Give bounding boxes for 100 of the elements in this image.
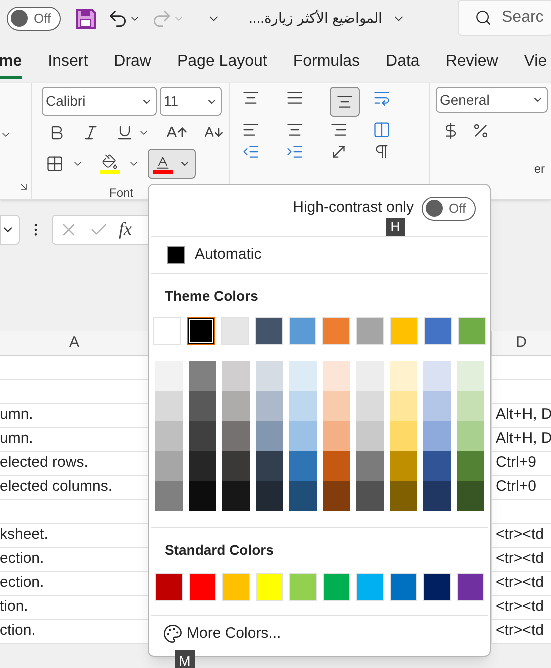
- color-swatch[interactable]: [155, 391, 182, 421]
- high-contrast-label: High-contrast only: [293, 198, 414, 218]
- keytip-badge: H: [386, 218, 405, 236]
- table-cell-text: ksheet.: [0, 525, 48, 546]
- color-swatch[interactable]: [356, 391, 384, 421]
- search-icon: [475, 8, 492, 28]
- search-input[interactable]: Searc: [502, 6, 551, 30]
- align-left-icon[interactable]: [242, 121, 260, 139]
- color-swatch[interactable]: [423, 361, 450, 391]
- table-cell-text: Ctrl+9: [496, 453, 536, 474]
- color-swatch[interactable]: [356, 361, 384, 391]
- number-format-dropdown[interactable]: General: [436, 87, 548, 114]
- align-right-icon[interactable]: [330, 121, 348, 139]
- color-swatch[interactable]: [456, 361, 484, 391]
- dialog-launcher-icon[interactable]: [18, 181, 30, 193]
- color-swatch[interactable]: [289, 451, 316, 481]
- color-swatch[interactable]: [390, 421, 417, 451]
- merge-center-icon[interactable]: [373, 121, 392, 139]
- autosave-toggle[interactable]: Off: [7, 6, 61, 30]
- color-swatch[interactable]: [222, 421, 250, 451]
- color-swatch[interactable]: [423, 421, 450, 451]
- indent-decrease-icon[interactable]: [242, 143, 260, 161]
- align-bottom-button[interactable]: [330, 87, 360, 117]
- color-swatch[interactable]: [186, 317, 215, 345]
- wrap-text-icon[interactable]: [373, 89, 392, 107]
- color-swatch[interactable]: [256, 391, 283, 421]
- color-swatch[interactable]: [390, 451, 417, 481]
- color-swatch[interactable]: [289, 391, 316, 421]
- align-center-icon[interactable]: [286, 121, 304, 139]
- font-size-dropdown[interactable]: 11: [160, 87, 222, 116]
- align-middle-icon[interactable]: [286, 89, 304, 107]
- color-swatch[interactable]: [222, 361, 250, 391]
- underline-icon[interactable]: [116, 124, 134, 142]
- percent-icon[interactable]: [472, 122, 490, 140]
- color-swatch[interactable]: [155, 451, 182, 481]
- insert-function-button[interactable]: fx: [119, 216, 132, 243]
- ribbon-tab[interactable]: Insert: [48, 50, 88, 79]
- color-swatch[interactable]: [456, 391, 484, 421]
- color-swatch[interactable]: [188, 481, 216, 511]
- color-swatch[interactable]: [289, 421, 316, 451]
- color-swatch[interactable]: [322, 391, 350, 421]
- color-swatch[interactable]: [256, 421, 283, 451]
- more-colors-option[interactable]: More Colors...: [149, 616, 490, 652]
- color-swatch[interactable]: [155, 421, 182, 451]
- borders-icon[interactable]: [46, 155, 64, 173]
- color-swatch[interactable]: [423, 391, 450, 421]
- color-swatch[interactable]: [155, 481, 182, 511]
- align-top-icon[interactable]: [242, 89, 260, 107]
- color-swatch[interactable]: [390, 481, 417, 511]
- color-swatch[interactable]: [390, 361, 417, 391]
- ribbon-tab[interactable]: Page Layout: [177, 50, 268, 79]
- automatic-color-option[interactable]: Automatic: [151, 237, 488, 274]
- table-cell-text: <tr><td: [496, 597, 544, 618]
- color-swatch[interactable]: [222, 481, 250, 511]
- color-swatch[interactable]: [356, 451, 384, 481]
- color-swatch[interactable]: [256, 451, 283, 481]
- color-swatch[interactable]: [322, 421, 350, 451]
- ribbon-tab[interactable]: Review: [446, 50, 498, 79]
- color-swatch[interactable]: [188, 421, 216, 451]
- color-swatch[interactable]: [188, 451, 216, 481]
- color-swatch[interactable]: [423, 451, 450, 481]
- font-color-button[interactable]: [148, 149, 196, 179]
- color-swatch[interactable]: [456, 421, 484, 451]
- color-swatch[interactable]: [356, 481, 384, 511]
- table-cell-text: umn.: [0, 405, 34, 426]
- color-swatch[interactable]: [256, 361, 283, 391]
- color-swatch[interactable]: [390, 391, 417, 421]
- color-swatch[interactable]: [188, 391, 216, 421]
- search-field[interactable]: Searc: [458, 0, 551, 36]
- ribbon-tab[interactable]: me: [0, 50, 22, 79]
- name-box[interactable]: [0, 214, 20, 244]
- color-swatch[interactable]: [322, 361, 350, 391]
- color-swatch[interactable]: [456, 451, 484, 481]
- color-swatch[interactable]: [289, 481, 316, 511]
- fill-color-icon[interactable]: [100, 154, 120, 174]
- table-cell-text: tion.: [0, 597, 28, 618]
- document-title[interactable]: المواضيع الأكثر زيارة....: [249, 8, 382, 29]
- color-swatch[interactable]: [456, 481, 484, 511]
- table-cell-text: <tr><td: [496, 573, 544, 594]
- ribbon-tab[interactable]: Formulas: [293, 50, 360, 79]
- table-cell-text: elected columns.: [0, 477, 113, 498]
- color-swatch[interactable]: [222, 391, 250, 421]
- save-icon[interactable]: [75, 8, 97, 30]
- table-cell-text: umn.: [0, 429, 34, 450]
- color-swatch[interactable]: [222, 451, 250, 481]
- color-swatch[interactable]: [322, 451, 350, 481]
- font-name-dropdown[interactable]: Calibri: [42, 87, 157, 116]
- color-swatch[interactable]: [188, 361, 216, 391]
- color-swatch[interactable]: [322, 481, 350, 511]
- color-swatch[interactable]: [356, 421, 384, 451]
- color-swatch[interactable]: [423, 481, 450, 511]
- table-cell-text: <tr><td: [496, 621, 544, 642]
- color-swatch[interactable]: [155, 361, 182, 391]
- color-swatch[interactable]: [256, 481, 283, 511]
- ribbon-tab[interactable]: Draw: [114, 50, 152, 79]
- indent-increase-icon[interactable]: [286, 143, 304, 161]
- high-contrast-toggle[interactable]: Off: [422, 196, 476, 220]
- color-swatch[interactable]: [289, 361, 316, 391]
- ribbon-tab[interactable]: Vie: [524, 50, 548, 79]
- ribbon-tab[interactable]: Data: [386, 50, 420, 79]
